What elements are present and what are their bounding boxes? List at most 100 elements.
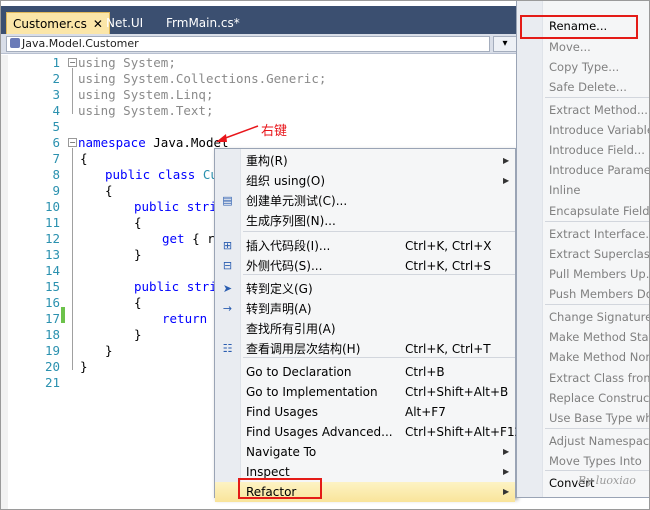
editor-gutter: [0, 55, 8, 510]
refactor-menu-item[interactable]: Make Method Static: [549, 327, 650, 347]
collapse-icon[interactable]: −: [68, 138, 77, 147]
refactor-menu-item[interactable]: Introduce Field...: [549, 140, 650, 160]
context-menu-item[interactable]: ▤ 创建单元测试(C)...: [215, 191, 515, 211]
line-number: 11: [44, 215, 60, 230]
refactor-menu-item[interactable]: Pull Members Up...: [549, 264, 650, 284]
code-line-12: get { r: [162, 231, 215, 246]
code-line-6: namespace Java.Model: [78, 135, 229, 150]
refactor-menu-item[interactable]: Adjust Namespaces: [549, 431, 650, 451]
submenu-arrow-icon: ▶: [503, 447, 510, 456]
line-number: 8: [52, 167, 60, 182]
line-number: 3: [52, 87, 60, 102]
watermark: By luoxiao: [578, 474, 636, 487]
class-dropdown[interactable]: Java.Model.Customer: [6, 36, 490, 52]
refactor-menu-item[interactable]: Introduce Variable: [549, 120, 650, 140]
menu-item-shortcut: Ctrl+K, Ctrl+S: [405, 259, 491, 273]
change-marker: [61, 307, 65, 323]
unit-test-icon: ▤: [222, 194, 233, 207]
refactor-menu-item[interactable]: Copy Type...: [549, 57, 650, 77]
code-line-7: {: [80, 151, 88, 166]
context-menu-item[interactable]: 重构(R) ▶: [215, 151, 515, 171]
code-line-17: return: [162, 311, 208, 326]
line-number: 7: [52, 151, 60, 166]
code-line-18: }: [134, 327, 142, 342]
menu-item-shortcut: Ctrl+Shift+Alt+F12: [405, 425, 523, 439]
context-menu-item[interactable]: ➤ 转到定义(G): [215, 279, 515, 299]
refactor-menu-item[interactable]: Change Signature: [549, 307, 650, 327]
refactor-menu-item[interactable]: Introduce Parameter: [549, 160, 650, 180]
refactor-menu-item[interactable]: Extract Class from: [549, 368, 650, 388]
refactor-menu-item[interactable]: Move Types Into: [549, 451, 650, 471]
refactor-menu-item[interactable]: Replace Constructor: [549, 388, 650, 408]
collapse-icon[interactable]: −: [68, 58, 77, 67]
line-number: 10: [44, 199, 60, 214]
document-tab-strip: Customer.cs ✕ Net.UI FrmMain.cs*: [0, 0, 520, 34]
code-line-1: using System;: [78, 55, 176, 70]
refactor-menu-item[interactable]: Push Members Down: [549, 284, 650, 304]
refactor-menu-item[interactable]: Inline: [549, 180, 650, 200]
code-line-19: }: [105, 343, 113, 358]
submenu-arrow-icon: ▶: [503, 156, 510, 165]
refactor-menu-item[interactable]: Encapsulate Field...: [549, 201, 650, 221]
refactor-menu-item[interactable]: Make Method Non-Static: [549, 347, 650, 367]
context-menu-item[interactable]: ⊟ 外侧代码(S)... Ctrl+K, Ctrl+S: [215, 256, 515, 276]
line-number: 17: [44, 311, 60, 326]
context-menu-item[interactable]: 查找所有引用(A): [215, 319, 515, 339]
submenu-separator: [545, 304, 650, 305]
refactor-menu-item[interactable]: Safe Delete...: [549, 77, 650, 97]
menu-item-shortcut: Ctrl+K, Ctrl+T: [405, 342, 491, 356]
chevron-down-icon: ▾: [502, 38, 508, 49]
menu-item-label: 插入代码段(I)...: [246, 239, 331, 253]
call-hierarchy-icon: ☷: [222, 342, 233, 355]
code-line-8: public class Cus: [105, 167, 225, 182]
class-icon: [10, 38, 20, 48]
menu-item-label: 转到定义(G): [246, 282, 313, 296]
menu-item-label: 查看调用层次结构(H): [246, 342, 361, 356]
context-menu-item[interactable]: Find Usages Advanced... Ctrl+Shift+Alt+F1…: [215, 422, 522, 442]
context-menu-item[interactable]: Navigate To ▶: [215, 442, 515, 462]
menu-item-label: Find Usages: [246, 405, 319, 419]
annotation-arrow-icon: [216, 125, 259, 142]
refactor-menu-item[interactable]: Extract Method...: [549, 100, 650, 120]
member-dropdown[interactable]: ▾: [493, 36, 517, 52]
context-menu-item[interactable]: → 转到声明(A): [215, 299, 515, 319]
menu-item-label: Find Usages Advanced...: [246, 425, 393, 439]
refactor-menu-item[interactable]: Extract Superclass: [549, 244, 650, 264]
refactor-menu-item[interactable]: Extract Interface...: [549, 224, 650, 244]
annotation-label: 右键: [261, 124, 288, 139]
submenu-arrow-icon: ▶: [503, 487, 510, 496]
code-line-2: using System.Collections.Generic;: [78, 71, 327, 86]
insert-snippet-icon: ⊞: [222, 239, 233, 252]
submenu-separator: [545, 221, 650, 222]
line-number: 2: [52, 71, 60, 86]
tab-net-ui[interactable]: Net.UI: [100, 12, 149, 34]
tab-frmmain-cs[interactable]: FrmMain.cs*: [160, 12, 246, 34]
code-line-4: using System.Text;: [78, 103, 214, 118]
menu-separator: [243, 231, 515, 232]
refactor-menu-item[interactable]: Use Base Type where: [549, 408, 650, 428]
context-menu-item[interactable]: 生成序列图(N)...: [215, 211, 515, 231]
context-menu-item[interactable]: Go to Implementation Ctrl+Shift+Alt+B: [215, 382, 515, 402]
line-number: 15: [44, 279, 60, 294]
refactor-menu-item[interactable]: Move...: [549, 37, 650, 57]
line-number: 18: [44, 327, 60, 342]
context-menu-item[interactable]: Find Usages Alt+F7: [215, 402, 515, 422]
menu-item-shortcut: Ctrl+Shift+Alt+B: [405, 385, 509, 399]
line-number: 5: [52, 119, 60, 134]
menu-item-shortcut: Ctrl+B: [405, 365, 445, 379]
context-menu-item[interactable]: ⊞ 插入代码段(I)... Ctrl+K, Ctrl+X: [215, 236, 515, 256]
menu-item-shortcut: Ctrl+K, Ctrl+X: [405, 239, 492, 253]
context-menu-item[interactable]: ☷ 查看调用层次结构(H) Ctrl+K, Ctrl+T: [215, 339, 515, 359]
context-menu-item[interactable]: Go to Declaration Ctrl+B: [215, 362, 515, 382]
line-number: 14: [44, 263, 60, 278]
rename-highlight-box: [520, 15, 638, 39]
line-number: 16: [44, 295, 60, 310]
code-line-16: {: [134, 295, 142, 310]
code-line-3: using System.Linq;: [78, 87, 214, 102]
code-line-20: }: [80, 359, 88, 374]
menu-item-label: 转到声明(A): [246, 302, 312, 316]
context-menu-item[interactable]: 组织 using(O) ▶: [215, 171, 515, 191]
menu-item-label: 生成序列图(N)...: [246, 214, 336, 228]
tab-customer-cs[interactable]: Customer.cs ✕: [6, 12, 110, 34]
submenu-arrow-icon: ▶: [503, 467, 510, 476]
